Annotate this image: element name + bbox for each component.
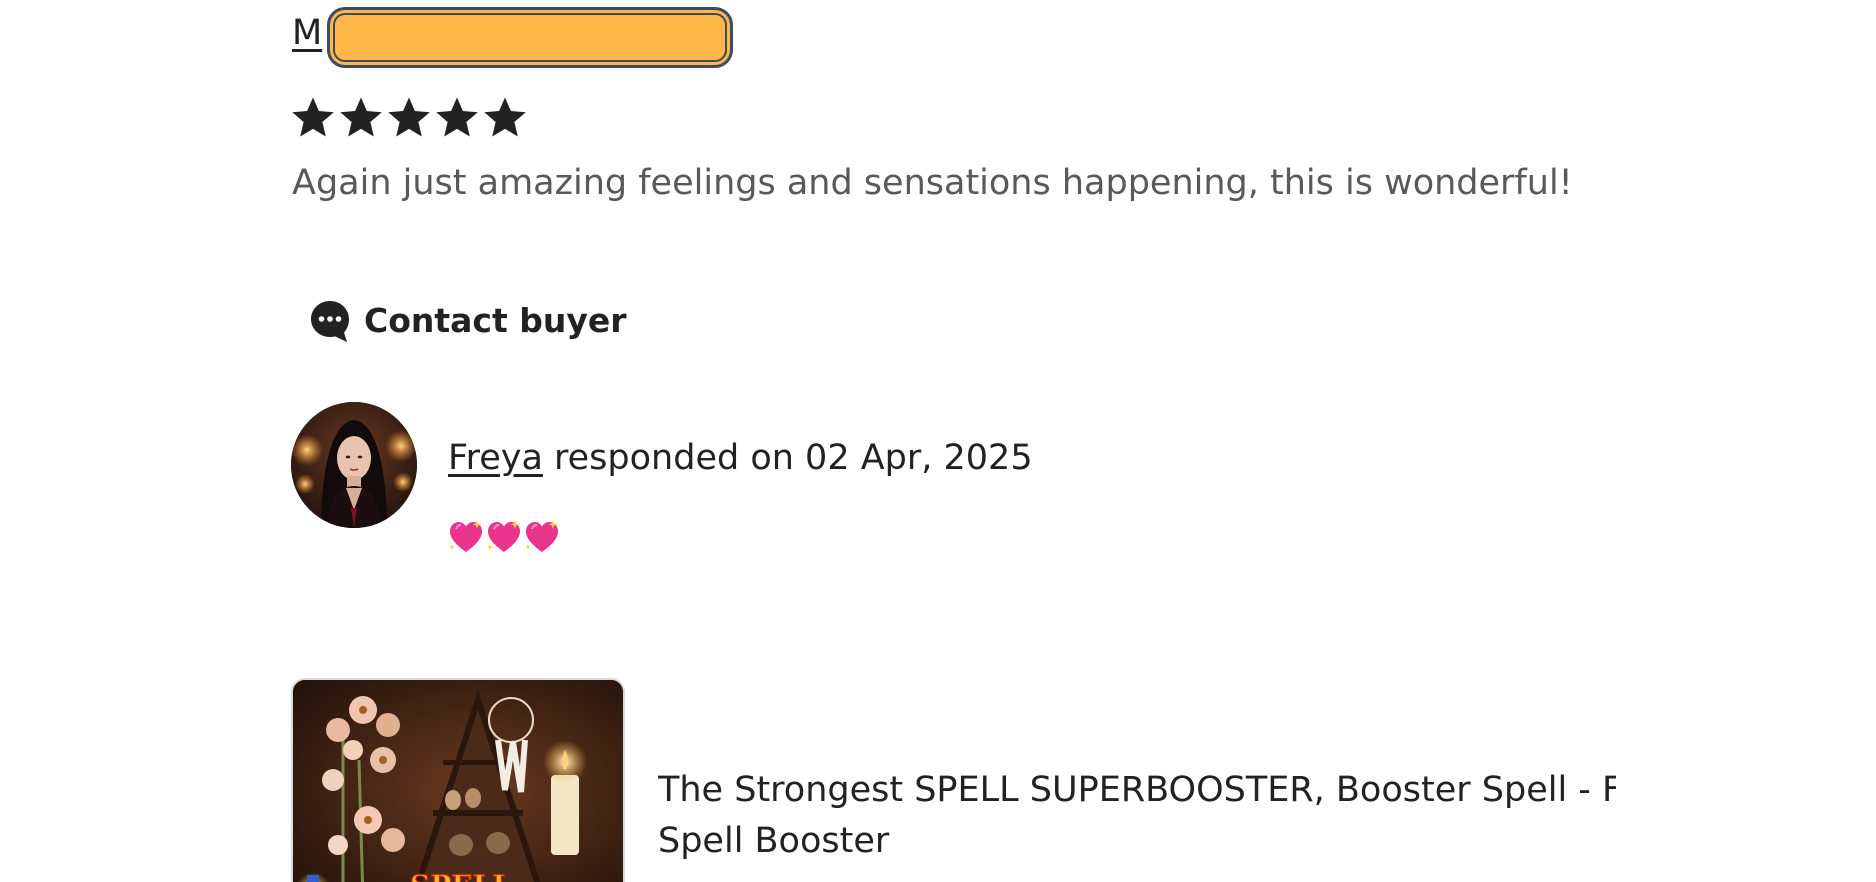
star-icon (340, 97, 382, 137)
star-rating (290, 94, 528, 140)
response-date-text: responded on 02 Apr, 2025 (542, 438, 1033, 478)
thumbnail-spell-text: SPELL (410, 869, 512, 882)
product-title-line: The Strongest SPELL SUPERBOOSTER, Booste… (658, 770, 1616, 810)
seller-response-line: Freya responded on 02 Apr, 2025 (448, 433, 1033, 483)
star-icon (436, 97, 478, 137)
review-text: Again just amazing feelings and sensatio… (292, 163, 1573, 203)
product-title-line: Spell Booster (658, 821, 890, 861)
star-icon (292, 97, 334, 137)
contact-buyer-button[interactable]: Contact buyer (308, 298, 627, 344)
sparkling-heart-icon (525, 520, 558, 552)
seller-avatar[interactable] (291, 402, 417, 528)
sparkling-heart-icon (487, 520, 520, 552)
product-thumbnail[interactable]: SPELL (291, 678, 625, 882)
review-card: M Again just amazing feelings and sensat… (0, 0, 1876, 882)
reviewer-name-link[interactable]: M (292, 8, 322, 58)
seller-avatar-image (291, 402, 417, 528)
product-title: The Strongest SPELL SUPERBOOSTER, Booste… (658, 765, 1616, 867)
star-icon (388, 97, 430, 137)
redaction-overlay (327, 7, 733, 68)
product-title-container[interactable]: The Strongest SPELL SUPERBOOSTER, Booste… (658, 765, 1616, 875)
star-icon (484, 97, 526, 137)
product-thumbnail-image: SPELL (293, 680, 623, 882)
seller-name-link[interactable]: Freya (448, 438, 543, 478)
chat-bubble-icon (311, 301, 349, 342)
contact-buyer-label: Contact buyer (364, 301, 627, 340)
sparkling-heart-icon (449, 520, 482, 552)
response-emoji (447, 518, 561, 556)
